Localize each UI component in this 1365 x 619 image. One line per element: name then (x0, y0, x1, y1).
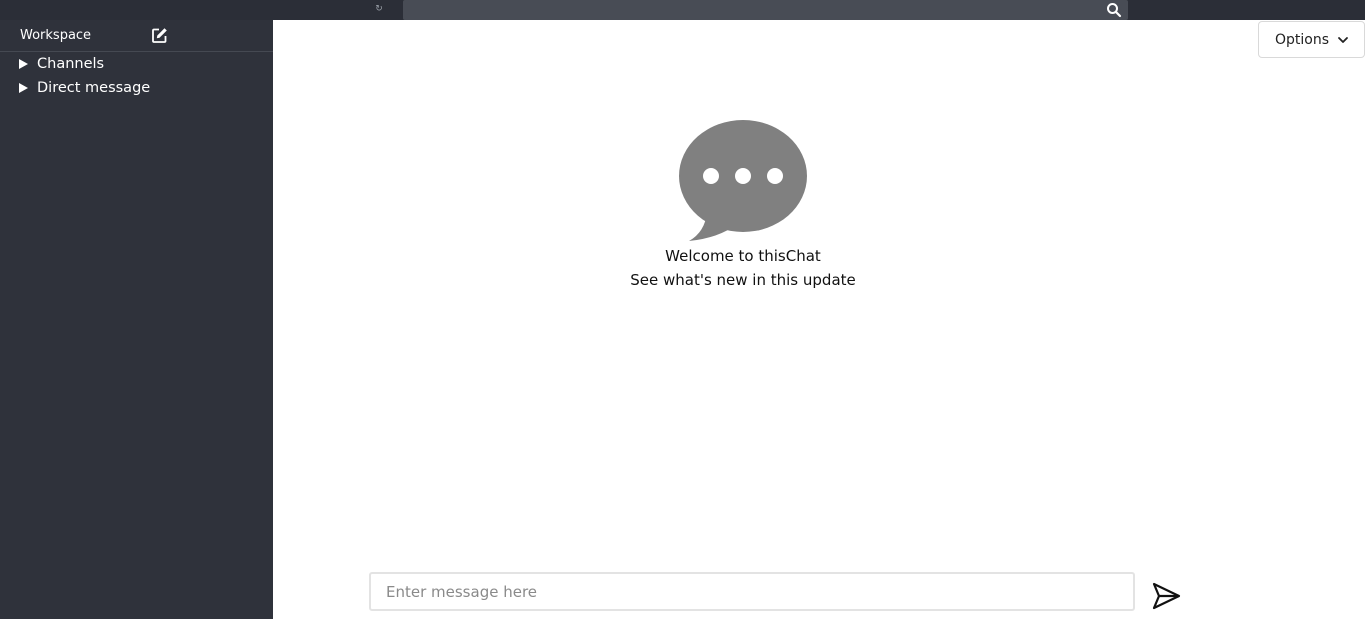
sidebar-section-label: Direct message (37, 80, 151, 96)
refresh-icon[interactable]: ↻ (374, 3, 384, 15)
main-panel: Options Welcome to thisChat See what's n… (273, 20, 1365, 619)
top-bar: ↻ (0, 0, 1365, 20)
search-input[interactable] (403, 0, 1093, 20)
whats-new-link[interactable]: See what's new in this update (563, 270, 923, 290)
welcome-panel: Welcome to thisChat See what's new in th… (563, 120, 923, 290)
send-icon[interactable] (1151, 581, 1181, 611)
options-label: Options (1275, 31, 1330, 48)
caret-right-icon (19, 59, 28, 69)
caret-right-icon (19, 83, 28, 93)
sidebar-section-direct-message[interactable]: Direct message (19, 78, 150, 98)
sidebar: Workspace Channels Direct message (0, 20, 273, 619)
search-icon[interactable] (1106, 2, 1122, 18)
welcome-title: Welcome to thisChat (665, 247, 821, 265)
options-dropdown[interactable]: Options (1258, 21, 1365, 58)
workspace-header: Workspace (0, 20, 273, 52)
chat-bubble-icon (679, 120, 807, 241)
sidebar-section-channels[interactable]: Channels (19, 54, 104, 74)
search-bar (403, 0, 1128, 20)
message-input[interactable] (371, 574, 1133, 609)
workspace-title: Workspace (20, 28, 92, 43)
chevron-down-icon (1338, 36, 1348, 43)
edit-icon[interactable] (151, 27, 168, 44)
sidebar-section-label: Channels (37, 56, 105, 72)
message-composer (369, 572, 1135, 611)
